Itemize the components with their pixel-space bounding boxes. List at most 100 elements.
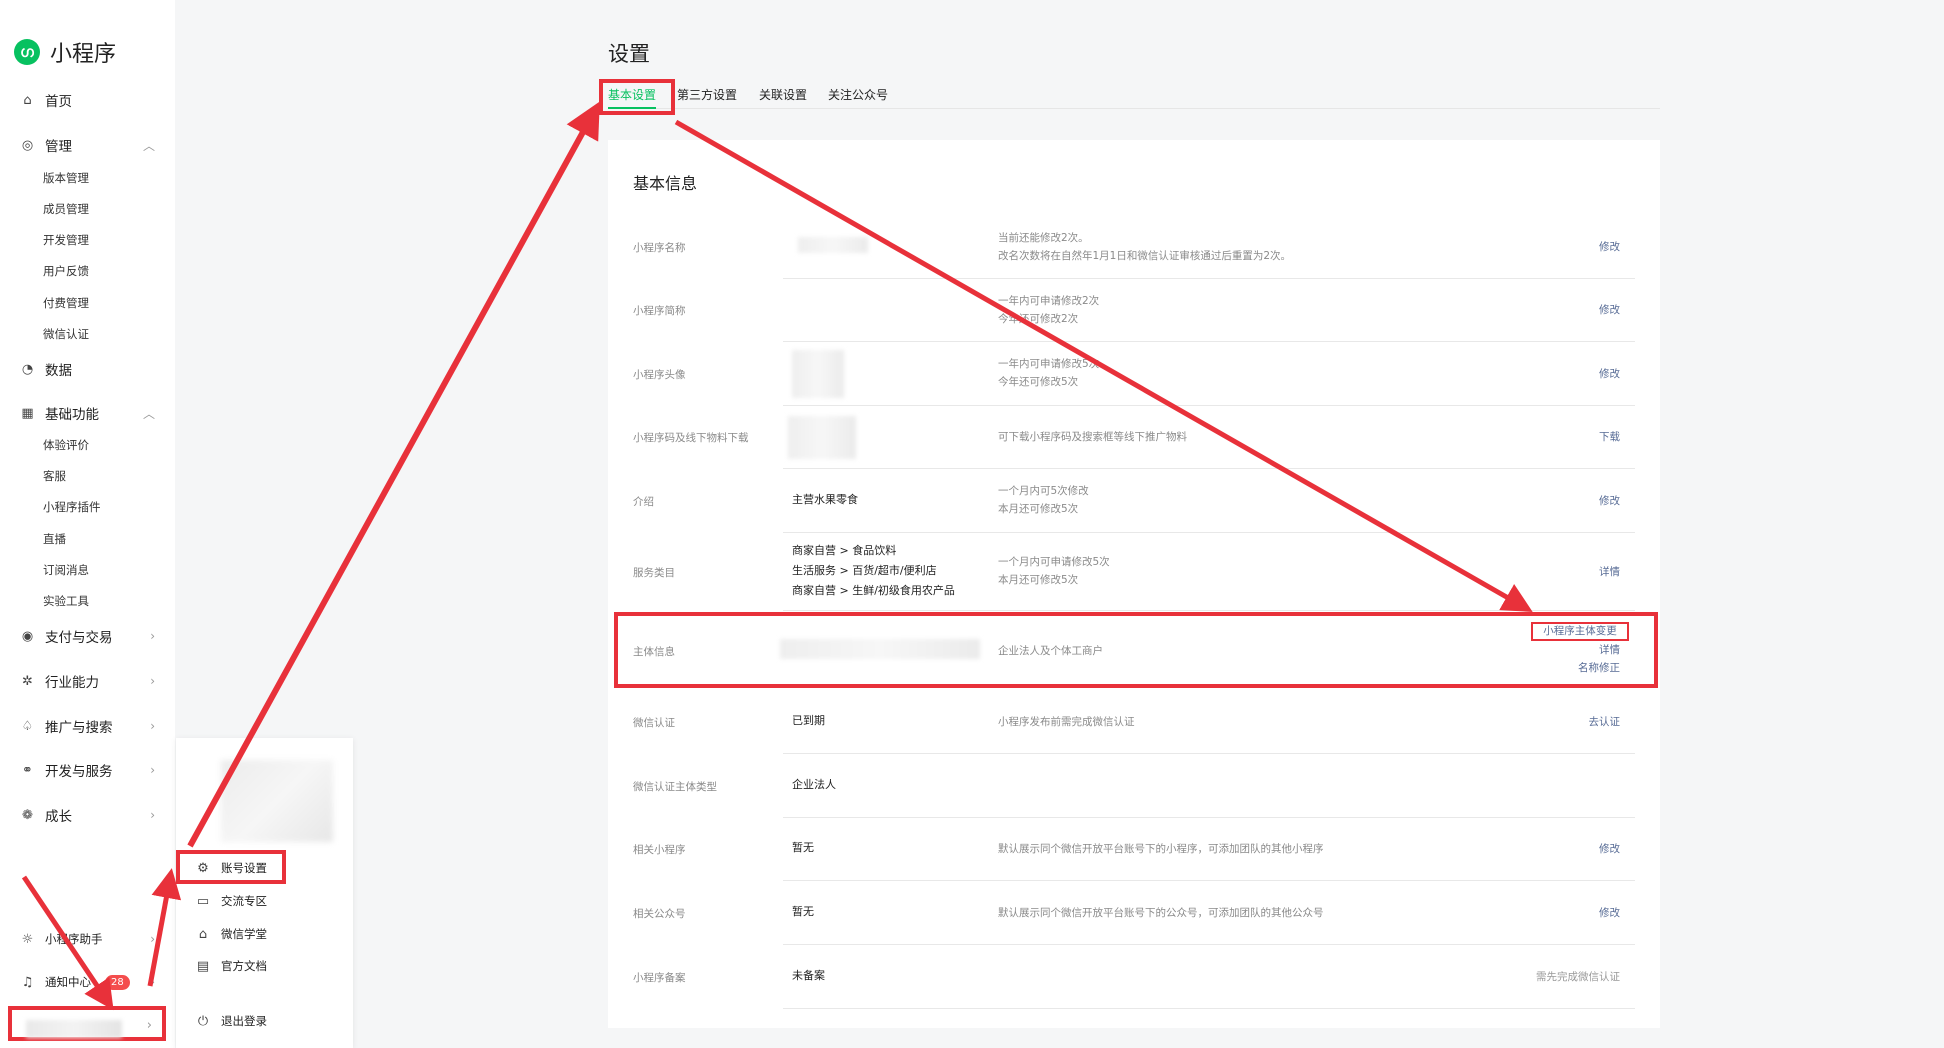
- row-label: 小程序简称: [633, 305, 686, 317]
- edit-intro-link[interactable]: 修改: [1599, 492, 1620, 510]
- sidebar-item-data[interactable]: ◔ 数据: [20, 359, 155, 380]
- arrow-to-basic-tab: [187, 101, 600, 848]
- row-related-mp: 相关小程序 暂无 默认展示同个微信开放平台账号下的小程序，可添加团队的其他小程序…: [608, 818, 1660, 881]
- manage-icon: ◎: [21, 137, 34, 153]
- row-label: 微信认证主体类型: [633, 781, 717, 793]
- sidebar-item-label: 小程序助手: [45, 932, 103, 946]
- sidebar-sub-dev[interactable]: 开发管理: [43, 232, 89, 248]
- row-value: 商家自营 > 食品饮料 生活服务 > 百货/超市/便利店 商家自营 > 生鲜/初级食…: [792, 544, 955, 597]
- sidebar-sub-service[interactable]: 客服: [43, 468, 66, 484]
- tab-related[interactable]: 关联设置: [759, 86, 807, 103]
- sidebar-item-label: 首页: [45, 94, 72, 110]
- sidebar-item-dev[interactable]: ⚭ 开发与服务 ›: [20, 760, 155, 781]
- edit-avatar-link[interactable]: 修改: [1599, 365, 1620, 383]
- row-related-oa: 相关公众号 暂无 默认展示同个微信开放平台账号下的公众号，可添加团队的其他公众号…: [608, 881, 1660, 945]
- menu-item-school[interactable]: ⌂ 微信学堂: [196, 926, 267, 942]
- account-popup-menu: ⚙ 账号设置 ▭ 交流专区 ⌂ 微信学堂 ▤ 官方文档 ⏻ 退出登录: [176, 738, 353, 1048]
- row-desc: 小程序发布前需完成微信认证: [998, 716, 1135, 728]
- sidebar-sub-version[interactable]: 版本管理: [43, 170, 89, 186]
- account-entry[interactable]: ›: [8, 1006, 166, 1041]
- sidebar-item-industry[interactable]: ✲ 行业能力 ›: [20, 671, 155, 692]
- grid-icon: ▦: [21, 405, 34, 421]
- sidebar-item-label: 开发与服务: [45, 764, 113, 780]
- mini-program-logo-icon: ഗ: [14, 39, 40, 65]
- edit-related-mp-link[interactable]: 修改: [1599, 840, 1620, 858]
- row-desc: 一年内可申请修改5次 今年还可修改5次: [998, 358, 1100, 388]
- app-logo[interactable]: ഗ 小程序: [14, 36, 116, 68]
- row-label: 微信认证: [633, 717, 675, 729]
- row-avatar: 小程序头像 一年内可申请修改5次 今年还可修改5次 修改: [608, 342, 1660, 406]
- assistant-icon: ☼: [21, 931, 34, 947]
- sidebar-item-label: 支付与交易: [45, 630, 113, 646]
- highlight-basic-tab: [599, 79, 675, 115]
- chat-icon: ▭: [196, 893, 210, 909]
- dev-service-icon: ⚭: [22, 762, 33, 778]
- sidebar-item-basic[interactable]: ▦ 基础功能 ︿: [20, 403, 155, 424]
- sidebar-item-manage[interactable]: ◎ 管理 ︿: [20, 135, 155, 156]
- menu-item-label: 官方文档: [221, 959, 267, 973]
- chevron-up-icon: ︿: [142, 406, 155, 421]
- sidebar-sub-lab[interactable]: 实验工具: [43, 593, 89, 609]
- chevron-right-icon: ›: [150, 719, 155, 733]
- sidebar-sub-plugin[interactable]: 小程序插件: [43, 499, 101, 515]
- sidebar-sub-live[interactable]: 直播: [43, 531, 66, 547]
- row-label: 小程序名称: [633, 242, 686, 254]
- edit-short-name-link[interactable]: 修改: [1599, 301, 1620, 319]
- graduation-cap-icon: ⌂: [198, 926, 208, 942]
- edit-name-link[interactable]: 修改: [1599, 238, 1620, 256]
- download-link[interactable]: 下载: [1599, 428, 1620, 446]
- sidebar-sub-feedback[interactable]: 用户反馈: [43, 263, 89, 279]
- row-label: 相关小程序: [633, 844, 686, 856]
- highlight-account-settings: [176, 850, 286, 884]
- chevron-up-icon: ︿: [142, 138, 155, 153]
- tab-follow-oa[interactable]: 关注公众号: [828, 86, 888, 103]
- pay-icon: ◉: [21, 628, 34, 644]
- row-value: 未备案: [792, 969, 825, 982]
- sidebar: ഗ 小程序 ⌂ 首页 ◎ 管理 ︿ 版本管理 成员管理 开发管理 用户反馈 付费…: [0, 0, 175, 1048]
- home-icon: ⌂: [23, 92, 32, 108]
- sidebar-sub-cert[interactable]: 微信认证: [43, 326, 89, 342]
- go-cert-link[interactable]: 去认证: [1589, 713, 1621, 731]
- menu-item-logout[interactable]: ⏻ 退出登录: [196, 1013, 267, 1029]
- chevron-right-icon: ›: [150, 808, 155, 822]
- sidebar-item-pay[interactable]: ◉ 支付与交易 ›: [20, 626, 155, 647]
- sidebar-sub-subscribe[interactable]: 订阅消息: [43, 562, 89, 578]
- category-detail-link[interactable]: 详情: [1599, 563, 1620, 581]
- sidebar-sub-payment[interactable]: 付费管理: [43, 295, 89, 311]
- chevron-right-icon: ›: [146, 1018, 152, 1033]
- highlight-subject-row: [614, 612, 1658, 688]
- data-icon: ◔: [21, 361, 34, 377]
- sidebar-item-growth[interactable]: ❁ 成长 ›: [20, 805, 155, 826]
- chevron-right-icon: ›: [150, 629, 155, 643]
- row-filing: 小程序备案 未备案 需先完成微信认证: [608, 945, 1660, 1009]
- subject-change-link[interactable]: 小程序主体变更: [1531, 622, 1629, 641]
- sidebar-item-label: 成长: [45, 809, 72, 825]
- sidebar-item-label: 行业能力: [45, 675, 99, 691]
- sidebar-item-label: 通知中心: [45, 975, 91, 989]
- sidebar-item-notify[interactable]: ♫ 通知中心 28 ›: [20, 974, 155, 990]
- sidebar-item-label: 推广与搜索: [45, 720, 113, 736]
- menu-item-community[interactable]: ▭ 交流专区: [196, 893, 267, 909]
- row-label: 小程序头像: [633, 369, 686, 381]
- power-icon: ⏻: [197, 1013, 209, 1029]
- growth-icon: ❁: [22, 807, 33, 823]
- sidebar-sub-members[interactable]: 成员管理: [43, 201, 89, 217]
- row-value: 暂无: [792, 905, 814, 918]
- sidebar-item-promote[interactable]: ♤ 推广与搜索 ›: [20, 716, 155, 737]
- menu-item-label: 微信学堂: [221, 927, 267, 941]
- sidebar-item-assistant[interactable]: ☼ 小程序助手 ›: [20, 931, 155, 947]
- menu-item-docs[interactable]: ▤ 官方文档: [196, 958, 267, 974]
- promote-icon: ♤: [21, 718, 34, 734]
- sidebar-item-home[interactable]: ⌂ 首页: [20, 90, 155, 111]
- sidebar-sub-review[interactable]: 体验评价: [43, 437, 89, 453]
- chevron-right-icon: ›: [150, 932, 155, 946]
- name-value-blurred: [798, 237, 868, 253]
- settings-tabs: 基本设置 第三方设置 关联设置 关注公众号: [608, 86, 1660, 109]
- edit-related-oa-link[interactable]: 修改: [1599, 904, 1620, 922]
- app-name: 小程序: [50, 42, 117, 67]
- row-label: 相关公众号: [633, 908, 686, 920]
- tab-third-party[interactable]: 第三方设置: [677, 86, 737, 103]
- row-value: 暂无: [792, 841, 814, 854]
- menu-item-label: 交流专区: [221, 894, 267, 908]
- qrcode-image-blurred: [788, 416, 856, 459]
